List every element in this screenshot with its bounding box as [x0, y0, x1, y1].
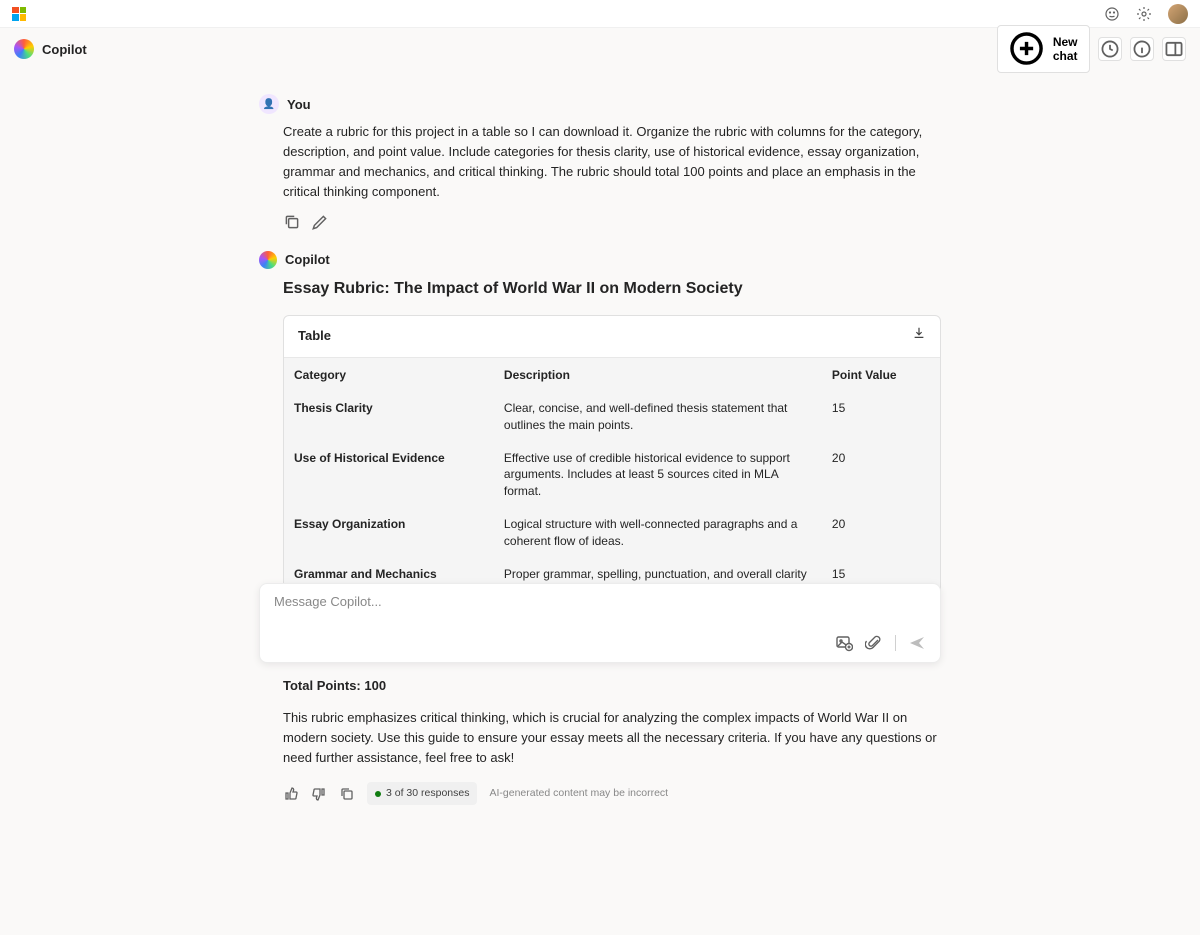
cell-points: 20 — [822, 508, 940, 558]
responses-counter-badge: 3 of 30 responses — [367, 782, 477, 804]
edit-pencil-icon[interactable] — [311, 213, 329, 231]
copy-icon[interactable] — [283, 213, 301, 231]
message-input[interactable]: Message Copilot... — [274, 594, 926, 624]
attachment-icon[interactable] — [865, 634, 883, 652]
cell-description: Clear, concise, and well-defined thesis … — [494, 392, 822, 442]
col-description: Description — [494, 357, 822, 392]
ai-disclaimer: AI-generated content may be incorrect — [489, 785, 668, 801]
app-bar: Copilot New chat — [0, 28, 1200, 70]
copilot-message: Copilot Essay Rubric: The Impact of Worl… — [259, 251, 941, 805]
col-category: Category — [284, 357, 494, 392]
app-name: Copilot — [42, 42, 87, 57]
history-icon[interactable] — [1098, 37, 1122, 61]
thumbs-down-icon[interactable] — [311, 786, 327, 802]
image-add-icon[interactable] — [835, 634, 853, 652]
input-divider — [895, 635, 896, 651]
cell-category: Essay Organization — [284, 508, 494, 558]
copilot-sender-label: Copilot — [285, 252, 330, 267]
user-avatar-small-icon — [259, 94, 279, 114]
response-title: Essay Rubric: The Impact of World War II… — [283, 277, 941, 302]
microsoft-logo-icon[interactable] — [12, 7, 26, 21]
cell-description: Logical structure with well-connected pa… — [494, 508, 822, 558]
user-avatar[interactable] — [1168, 4, 1188, 24]
new-chat-button[interactable]: New chat — [997, 25, 1090, 72]
total-points: Total Points: 100 — [283, 676, 941, 696]
copy-response-icon[interactable] — [339, 786, 355, 802]
table-label: Table — [298, 326, 331, 346]
user-sender-label: You — [287, 97, 311, 112]
table-row: Essay Organization Logical structure wit… — [284, 508, 940, 558]
table-row: Thesis Clarity Clear, concise, and well-… — [284, 392, 940, 442]
cell-category: Use of Historical Evidence — [284, 442, 494, 508]
settings-gear-icon[interactable] — [1136, 6, 1152, 22]
copilot-logo-icon — [14, 39, 34, 59]
user-message-text: Create a rubric for this project in a ta… — [259, 122, 941, 203]
emoji-feedback-icon[interactable] — [1104, 6, 1120, 22]
conversation: You Create a rubric for this project in … — [259, 70, 941, 935]
user-message: You Create a rubric for this project in … — [259, 94, 941, 231]
cell-description: Effective use of credible historical evi… — [494, 442, 822, 508]
cell-points: 20 — [822, 442, 940, 508]
table-row: Use of Historical Evidence Effective use… — [284, 442, 940, 508]
message-input-dock[interactable]: Message Copilot... — [259, 583, 941, 663]
col-points: Point Value — [822, 357, 940, 392]
panel-icon[interactable] — [1162, 37, 1186, 61]
info-icon[interactable] — [1130, 37, 1154, 61]
thumbs-up-icon[interactable] — [283, 786, 299, 802]
send-icon[interactable] — [908, 634, 926, 652]
cell-points: 15 — [822, 392, 940, 442]
cell-category: Thesis Clarity — [284, 392, 494, 442]
global-top-bar — [0, 0, 1200, 28]
new-chat-label: New chat — [1051, 35, 1079, 63]
copilot-avatar-icon — [259, 251, 277, 269]
download-icon[interactable] — [912, 326, 926, 346]
closing-text: This rubric emphasizes critical thinking… — [283, 708, 941, 768]
